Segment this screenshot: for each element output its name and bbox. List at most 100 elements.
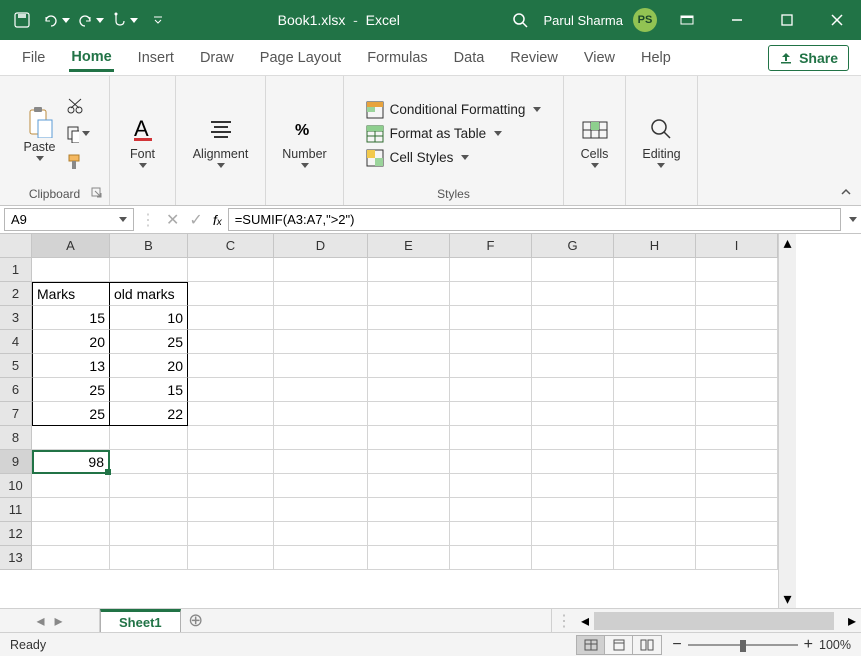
- user-name[interactable]: Parul Sharma: [544, 13, 623, 28]
- format-painter-button[interactable]: [66, 152, 90, 172]
- tab-review[interactable]: Review: [508, 44, 560, 72]
- cell-B5[interactable]: 20: [110, 354, 188, 378]
- vertical-scrollbar[interactable]: ▴ ▾: [778, 234, 796, 608]
- col-header-H[interactable]: H: [614, 234, 696, 258]
- sheet-nav[interactable]: ◂ ▸: [0, 609, 100, 632]
- cell-A1[interactable]: [32, 258, 110, 282]
- editing-group-button[interactable]: Editing: [638, 111, 684, 170]
- tab-view[interactable]: View: [582, 44, 617, 72]
- user-avatar[interactable]: PS: [633, 8, 657, 32]
- zoom-level[interactable]: 100%: [819, 638, 851, 652]
- hscroll-thumb[interactable]: [594, 612, 834, 630]
- expand-formula-bar[interactable]: [845, 206, 861, 233]
- cell-A3[interactable]: 15: [32, 306, 110, 330]
- scroll-right-button[interactable]: ▸: [843, 609, 861, 632]
- scroll-left-button[interactable]: ◂: [576, 609, 594, 632]
- row-header-2[interactable]: 2: [0, 282, 32, 306]
- row-header-9[interactable]: 9: [0, 450, 32, 474]
- row-header-6[interactable]: 6: [0, 378, 32, 402]
- format-as-table-button[interactable]: Format as Table: [366, 125, 542, 143]
- row-header-7[interactable]: 7: [0, 402, 32, 426]
- alignment-group-button[interactable]: Alignment: [189, 111, 253, 170]
- share-button[interactable]: Share: [768, 45, 849, 71]
- row-header-4[interactable]: 4: [0, 330, 32, 354]
- col-header-D[interactable]: D: [274, 234, 368, 258]
- cell-A5[interactable]: 13: [32, 354, 110, 378]
- qat-customize[interactable]: [144, 6, 172, 34]
- formula-input[interactable]: =SUMIF(A3:A7,">2"): [228, 208, 841, 231]
- sheet-prev-icon[interactable]: ◂: [36, 611, 44, 631]
- col-header-B[interactable]: B: [110, 234, 188, 258]
- tab-formulas[interactable]: Formulas: [365, 44, 429, 72]
- row-header-10[interactable]: 10: [0, 474, 32, 498]
- ribbon-display-button[interactable]: [667, 0, 707, 40]
- row-header-11[interactable]: 11: [0, 498, 32, 522]
- tab-draw[interactable]: Draw: [198, 44, 236, 72]
- col-header-A[interactable]: A: [32, 234, 110, 258]
- row-header-5[interactable]: 5: [0, 354, 32, 378]
- cancel-formula-button[interactable]: ✕: [166, 210, 179, 230]
- col-header-I[interactable]: I: [696, 234, 778, 258]
- select-all-corner[interactable]: [0, 234, 32, 258]
- tab-help[interactable]: Help: [639, 44, 673, 72]
- cell-B2[interactable]: old marks: [110, 282, 188, 306]
- row-header-3[interactable]: 3: [0, 306, 32, 330]
- sheet-tab-1[interactable]: Sheet1: [100, 609, 181, 632]
- col-header-E[interactable]: E: [368, 234, 450, 258]
- cells-group-button[interactable]: Cells: [575, 111, 615, 170]
- cell-A4[interactable]: 20: [32, 330, 110, 354]
- scroll-down-button[interactable]: ▾: [779, 590, 796, 608]
- tab-data[interactable]: Data: [452, 44, 487, 72]
- cell-B6[interactable]: 15: [110, 378, 188, 402]
- scroll-up-button[interactable]: ▴: [779, 234, 796, 252]
- maximize-button[interactable]: [767, 0, 807, 40]
- cell-A2[interactable]: Marks: [32, 282, 110, 306]
- touch-mode-icon[interactable]: [110, 6, 138, 34]
- redo-button[interactable]: [76, 6, 104, 34]
- autosave-icon[interactable]: [8, 6, 36, 34]
- col-header-G[interactable]: G: [532, 234, 614, 258]
- row-header-8[interactable]: 8: [0, 426, 32, 450]
- tab-insert[interactable]: Insert: [136, 44, 176, 72]
- close-button[interactable]: [817, 0, 857, 40]
- cut-button[interactable]: [66, 96, 90, 116]
- page-break-view-button[interactable]: [633, 636, 661, 654]
- font-group-button[interactable]: A Font: [123, 111, 163, 170]
- conditional-formatting-button[interactable]: Conditional Formatting: [366, 101, 542, 119]
- row-header-13[interactable]: 13: [0, 546, 32, 570]
- enter-formula-button[interactable]: ✓: [189, 210, 202, 230]
- tab-home[interactable]: Home: [69, 43, 113, 72]
- tab-page-layout[interactable]: Page Layout: [258, 44, 343, 72]
- worksheet-grid[interactable]: A B C D E F G H I 1 2 Marks old marks 3 …: [0, 234, 778, 608]
- clipboard-dialog-launcher[interactable]: [91, 187, 105, 201]
- add-sheet-button[interactable]: ⊕: [181, 609, 211, 632]
- zoom-out-button[interactable]: −: [672, 636, 681, 654]
- paste-button[interactable]: Paste: [20, 104, 60, 163]
- zoom-in-button[interactable]: +: [804, 636, 813, 654]
- sheet-next-icon[interactable]: ▸: [55, 611, 63, 631]
- cell-A9[interactable]: 98: [32, 450, 110, 474]
- normal-view-button[interactable]: [577, 636, 605, 654]
- cell-styles-button[interactable]: Cell Styles: [366, 149, 542, 167]
- cell-B3[interactable]: 10: [110, 306, 188, 330]
- search-icon[interactable]: [506, 6, 534, 34]
- row-header-12[interactable]: 12: [0, 522, 32, 546]
- collapse-ribbon-button[interactable]: [831, 76, 861, 205]
- row-header-1[interactable]: 1: [0, 258, 32, 282]
- cell-A6[interactable]: 25: [32, 378, 110, 402]
- horizontal-scrollbar[interactable]: ⋮ ◂ ▸: [551, 609, 861, 632]
- undo-button[interactable]: [42, 6, 70, 34]
- name-box[interactable]: A9: [4, 208, 134, 231]
- page-layout-view-button[interactable]: [605, 636, 633, 654]
- cell-A7[interactable]: 25: [32, 402, 110, 426]
- col-header-F[interactable]: F: [450, 234, 532, 258]
- zoom-slider[interactable]: [688, 644, 798, 646]
- copy-button[interactable]: [66, 124, 90, 144]
- minimize-button[interactable]: [717, 0, 757, 40]
- fx-icon[interactable]: fx: [213, 212, 222, 228]
- tab-file[interactable]: File: [20, 44, 47, 72]
- col-header-C[interactable]: C: [188, 234, 274, 258]
- cell-B4[interactable]: 25: [110, 330, 188, 354]
- number-group-button[interactable]: % Number: [278, 111, 330, 170]
- cell-B7[interactable]: 22: [110, 402, 188, 426]
